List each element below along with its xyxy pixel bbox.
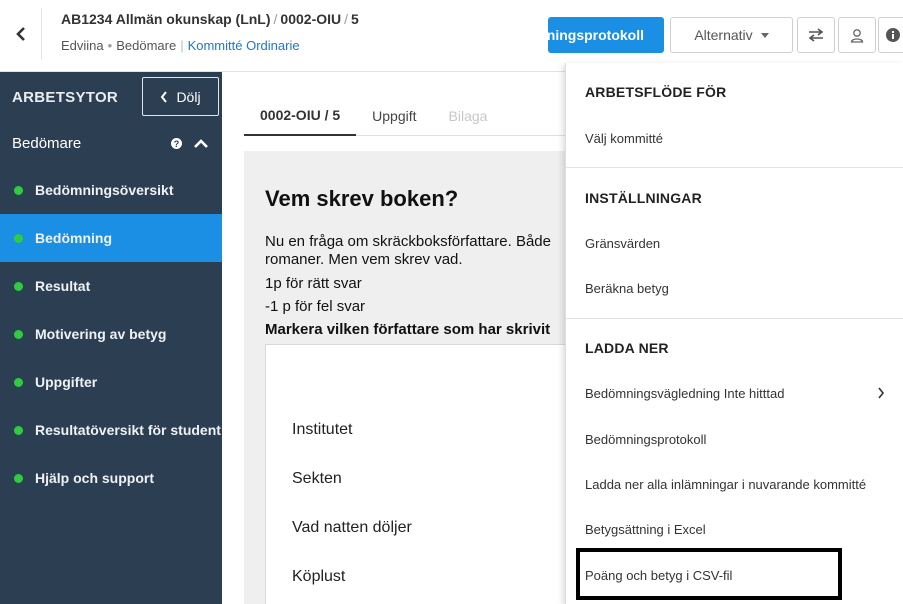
breadcrumb-number: 5 bbox=[351, 11, 359, 27]
status-dot-icon bbox=[14, 425, 23, 435]
answer-option: Sekten bbox=[292, 470, 342, 487]
sidebar-item-assessment-overview[interactable]: Bedömningsöversikt bbox=[0, 166, 222, 214]
tab-submission[interactable]: 0002-OIU / 5 bbox=[244, 96, 357, 136]
tab-task[interactable]: Uppgift bbox=[356, 96, 432, 136]
sidebar-item-label: Resultat bbox=[35, 278, 91, 294]
content-tabs: 0002-OIU / 5 Uppgift Bilaga bbox=[244, 96, 574, 136]
menu-divider bbox=[566, 318, 903, 319]
sidebar-item-label: Motivering av betyg bbox=[35, 326, 167, 342]
menu-section-settings: INSTÄLLNINGAR bbox=[585, 190, 702, 206]
breadcrumb: AB1234 Allmän okunskap (LnL)/0002-OIU/5 bbox=[61, 11, 359, 27]
question-panel: Vem skrev boken? Nu en fråga om skräckbo… bbox=[244, 151, 595, 604]
menu-item-calculate-grades[interactable]: Beräkna betyg bbox=[585, 281, 669, 296]
answer-option: Institutet bbox=[292, 421, 353, 438]
breadcrumb-separator: / bbox=[344, 11, 349, 27]
status-dot-icon bbox=[14, 473, 23, 483]
breadcrumb-course[interactable]: AB1234 Allmän okunskap (LnL) bbox=[61, 11, 271, 27]
switch-button[interactable] bbox=[797, 17, 835, 53]
top-header: AB1234 Allmän okunskap (LnL)/0002-OIU/5 … bbox=[0, 0, 903, 72]
sub-breadcrumb: Edviina • Bedömare | Kommitté Ordinarie bbox=[61, 38, 300, 53]
menu-section-workflow: ARBETSFLÖDE FÖR bbox=[585, 84, 727, 100]
menu-section-download: LADDA NER bbox=[585, 340, 669, 356]
chevron-left-icon bbox=[15, 27, 25, 41]
user-icon bbox=[850, 28, 864, 43]
sidebar-item-label: Bedömningsöversikt bbox=[35, 182, 174, 198]
alternatives-menu: ARBETSFLÖDE FÖR Välj kommitté INSTÄLLNIN… bbox=[565, 63, 903, 604]
chevron-up-icon[interactable] bbox=[194, 138, 208, 149]
status-dot-icon bbox=[14, 233, 23, 243]
menu-item-choose-committee[interactable]: Välj kommitté bbox=[585, 131, 663, 146]
sidebar-item-label: Hjälp och support bbox=[35, 470, 154, 486]
menu-item-thresholds[interactable]: Gränsvärden bbox=[585, 236, 660, 251]
sidebar: ARBETSYTOR Dölj Bedömare ? Bedömningsöve… bbox=[0, 72, 222, 604]
menu-item-download-all[interactable]: Ladda ner alla inlämningar i nuvarande k… bbox=[585, 477, 866, 492]
info-button[interactable] bbox=[878, 17, 903, 53]
hide-sidebar-button[interactable]: Dölj bbox=[142, 77, 219, 116]
question-text-line: romaner. Men vem skrev vad. bbox=[265, 251, 463, 268]
separator-dot: • bbox=[107, 38, 113, 53]
points-right-text: 1p för rätt svar bbox=[265, 275, 362, 292]
answer-option: Köplust bbox=[292, 568, 346, 585]
sidebar-item-grade-motivation[interactable]: Motivering av betyg bbox=[0, 310, 222, 358]
user-button[interactable] bbox=[838, 17, 876, 53]
caret-down-icon bbox=[760, 32, 769, 38]
status-dot-icon bbox=[14, 377, 23, 387]
info-icon bbox=[886, 28, 900, 42]
protocol-button[interactable]: Bedömningsprotokoll bbox=[548, 17, 664, 53]
breadcrumb-separator: / bbox=[273, 11, 278, 27]
sidebar-item-student-results[interactable]: Resultatöversikt för student bbox=[0, 406, 222, 454]
separator-bar: | bbox=[180, 38, 184, 53]
status-dot-icon bbox=[14, 329, 23, 339]
committee-link[interactable]: Kommitté Ordinarie bbox=[188, 38, 300, 53]
hide-label: Dölj bbox=[176, 88, 201, 105]
sidebar-item-help[interactable]: Hjälp och support bbox=[0, 454, 222, 502]
answer-area: Institutet Sekten Vad natten döljer Köpl… bbox=[265, 344, 595, 604]
sidebar-nav: Bedömningsöversikt Bedömning Resultat Mo… bbox=[0, 166, 222, 502]
menu-item-grading-excel[interactable]: Betygsättning i Excel bbox=[585, 522, 706, 537]
question-text-line: Nu en fråga om skräckboksförfattare. Båd… bbox=[265, 233, 551, 250]
swap-arrows-icon bbox=[808, 28, 824, 42]
back-button[interactable] bbox=[0, 8, 42, 60]
protocol-button-label: Bedömningsprotokoll bbox=[548, 27, 644, 43]
points-wrong-text: -1 p för fel svar bbox=[265, 298, 366, 315]
status-dot-icon bbox=[14, 185, 23, 195]
help-icon[interactable]: ? bbox=[171, 138, 182, 149]
question-title: Vem skrev boken? bbox=[265, 186, 459, 211]
chevron-right-icon bbox=[878, 387, 885, 399]
alternatives-dropdown-button[interactable]: Alternativ bbox=[670, 17, 793, 53]
workspaces-title: ARBETSYTOR bbox=[12, 89, 119, 106]
sidebar-item-label: Bedömning bbox=[35, 230, 112, 246]
menu-divider bbox=[566, 167, 903, 168]
sidebar-item-assessment[interactable]: Bedömning bbox=[0, 214, 222, 262]
menu-item-assessment-protocol[interactable]: Bedömningsprotokoll bbox=[585, 432, 706, 447]
sidebar-item-results[interactable]: Resultat bbox=[0, 262, 222, 310]
org-name: Edviina bbox=[61, 38, 104, 53]
role-name: Bedömare bbox=[116, 38, 177, 53]
menu-item-assessment-guide[interactable]: Bedömningsvägledning Inte hitttad bbox=[585, 386, 784, 401]
status-dot-icon bbox=[14, 281, 23, 291]
answer-option: Vad natten döljer bbox=[292, 519, 412, 536]
question-text: Nu en fråga om skräckboksförfattare. Båd… bbox=[265, 233, 585, 269]
chevron-left-icon bbox=[161, 90, 168, 103]
question-instruction: Markera vilken författare som har skrivi… bbox=[265, 321, 551, 338]
role-title: Bedömare bbox=[12, 135, 82, 152]
alternatives-label: Alternativ bbox=[694, 27, 753, 43]
breadcrumb-exam[interactable]: 0002-OIU bbox=[280, 11, 341, 27]
tab-attachment: Bilaga bbox=[448, 108, 488, 124]
sidebar-item-label: Uppgifter bbox=[35, 374, 98, 390]
role-section-header[interactable]: Bedömare ? bbox=[12, 135, 208, 152]
highlight-box bbox=[576, 548, 842, 600]
sidebar-item-label: Resultatöversikt för student bbox=[35, 422, 221, 438]
sidebar-item-tasks[interactable]: Uppgifter bbox=[0, 358, 222, 406]
